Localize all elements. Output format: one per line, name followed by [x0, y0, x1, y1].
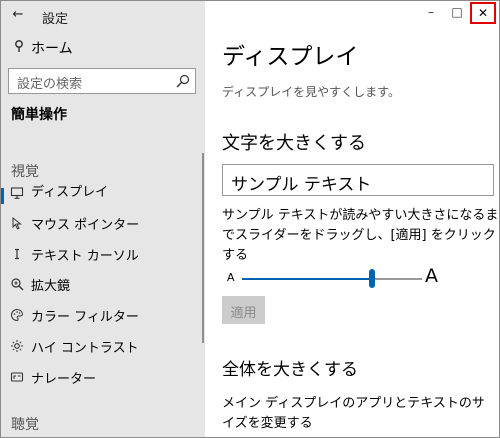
- page-title: ディスプレイ: [222, 44, 359, 70]
- maximize-button[interactable]: □: [444, 2, 470, 22]
- main-content: ディスプレイ ディスプレイを見やすくします。 文字を大きくする サンプル テキス…: [205, 1, 499, 437]
- home-icon: [15, 40, 23, 52]
- close-button[interactable]: ✕: [470, 2, 496, 24]
- make-everything-bigger-heading: 全体を大きくする: [222, 360, 358, 380]
- sidebar: ← 設定 ホーム 設定の検索 簡単操作 視覚 ディスプレイ マウス ポインター …: [1, 1, 205, 437]
- slider-fill: [242, 278, 372, 280]
- text-size-slider-thumb[interactable]: [368, 269, 375, 288]
- palette-icon: [11, 308, 24, 322]
- settings-window: ← 設定 ホーム 設定の検索 簡単操作 視覚 ディスプレイ マウス ポインター …: [0, 0, 500, 438]
- apply-label: 適用: [230, 306, 257, 321]
- slider-max-label: A: [425, 265, 438, 287]
- sidebar-item-narrator[interactable]: ナレーター: [1, 364, 205, 390]
- pointer-icon: [12, 216, 22, 230]
- sidebar-item-high-contrast[interactable]: ハイ コントラスト: [1, 333, 205, 359]
- minimize-button[interactable]: –: [418, 2, 444, 22]
- text-size-heading: 文字を大きくする: [222, 133, 366, 154]
- sidebar-item-magnifier[interactable]: 拡大鏡: [1, 271, 205, 297]
- page-description: ディスプレイを見やすくします。: [222, 85, 400, 99]
- category-hearing: 聴覚: [11, 417, 39, 433]
- sidebar-item-label: カラー フィルター: [31, 310, 139, 325]
- slider-min-label: A: [227, 271, 235, 284]
- sidebar-item-label: ディスプレイ: [31, 185, 109, 200]
- sidebar-item-mouse-pointer[interactable]: マウス ポインター: [1, 210, 205, 236]
- apply-button[interactable]: 適用: [222, 296, 265, 324]
- search-icon[interactable]: [176, 74, 190, 88]
- sidebar-item-color-filter[interactable]: カラー フィルター: [1, 302, 205, 328]
- sample-text: サンプル テキスト: [231, 175, 372, 195]
- text-size-slider-track[interactable]: [242, 278, 422, 280]
- sun-icon: [11, 340, 23, 352]
- sidebar-item-label: ナレーター: [31, 372, 97, 387]
- sidebar-item-display[interactable]: ディスプレイ: [1, 184, 205, 210]
- slider-description: サンプル テキストが読みやすい大きさになるまでスライダーをドラッグし、[適用] …: [222, 208, 499, 263]
- magnifier-icon: [11, 278, 24, 291]
- sidebar-item-label: ハイ コントラスト: [31, 341, 139, 356]
- make-everything-bigger-description: メイン ディスプレイのアプリとテキストのサイズを変更する: [222, 396, 485, 431]
- narrator-icon: [10, 372, 24, 382]
- sidebar-item-label: テキスト カーソル: [31, 249, 139, 264]
- sidebar-item-label: マウス ポインター: [31, 218, 140, 233]
- text-cursor-icon: [15, 248, 19, 260]
- selected-indicator: [1, 188, 4, 204]
- home-nav-item[interactable]: ホーム: [1, 35, 205, 59]
- back-button[interactable]: ←: [7, 5, 29, 25]
- sidebar-item-text-cursor[interactable]: テキスト カーソル: [1, 241, 205, 267]
- app-title: 設定: [42, 12, 69, 27]
- search-placeholder: 設定の検索: [17, 77, 83, 92]
- sidebar-scrollbar[interactable]: [202, 153, 204, 343]
- sidebar-item-label: 拡大鏡: [31, 279, 71, 294]
- search-input[interactable]: 設定の検索: [8, 68, 196, 94]
- home-label: ホーム: [31, 41, 73, 57]
- monitor-icon: [10, 187, 24, 199]
- section-title: 簡単操作: [11, 107, 67, 123]
- category-vision: 視覚: [11, 164, 39, 180]
- sample-text-box: サンプル テキスト: [222, 164, 494, 196]
